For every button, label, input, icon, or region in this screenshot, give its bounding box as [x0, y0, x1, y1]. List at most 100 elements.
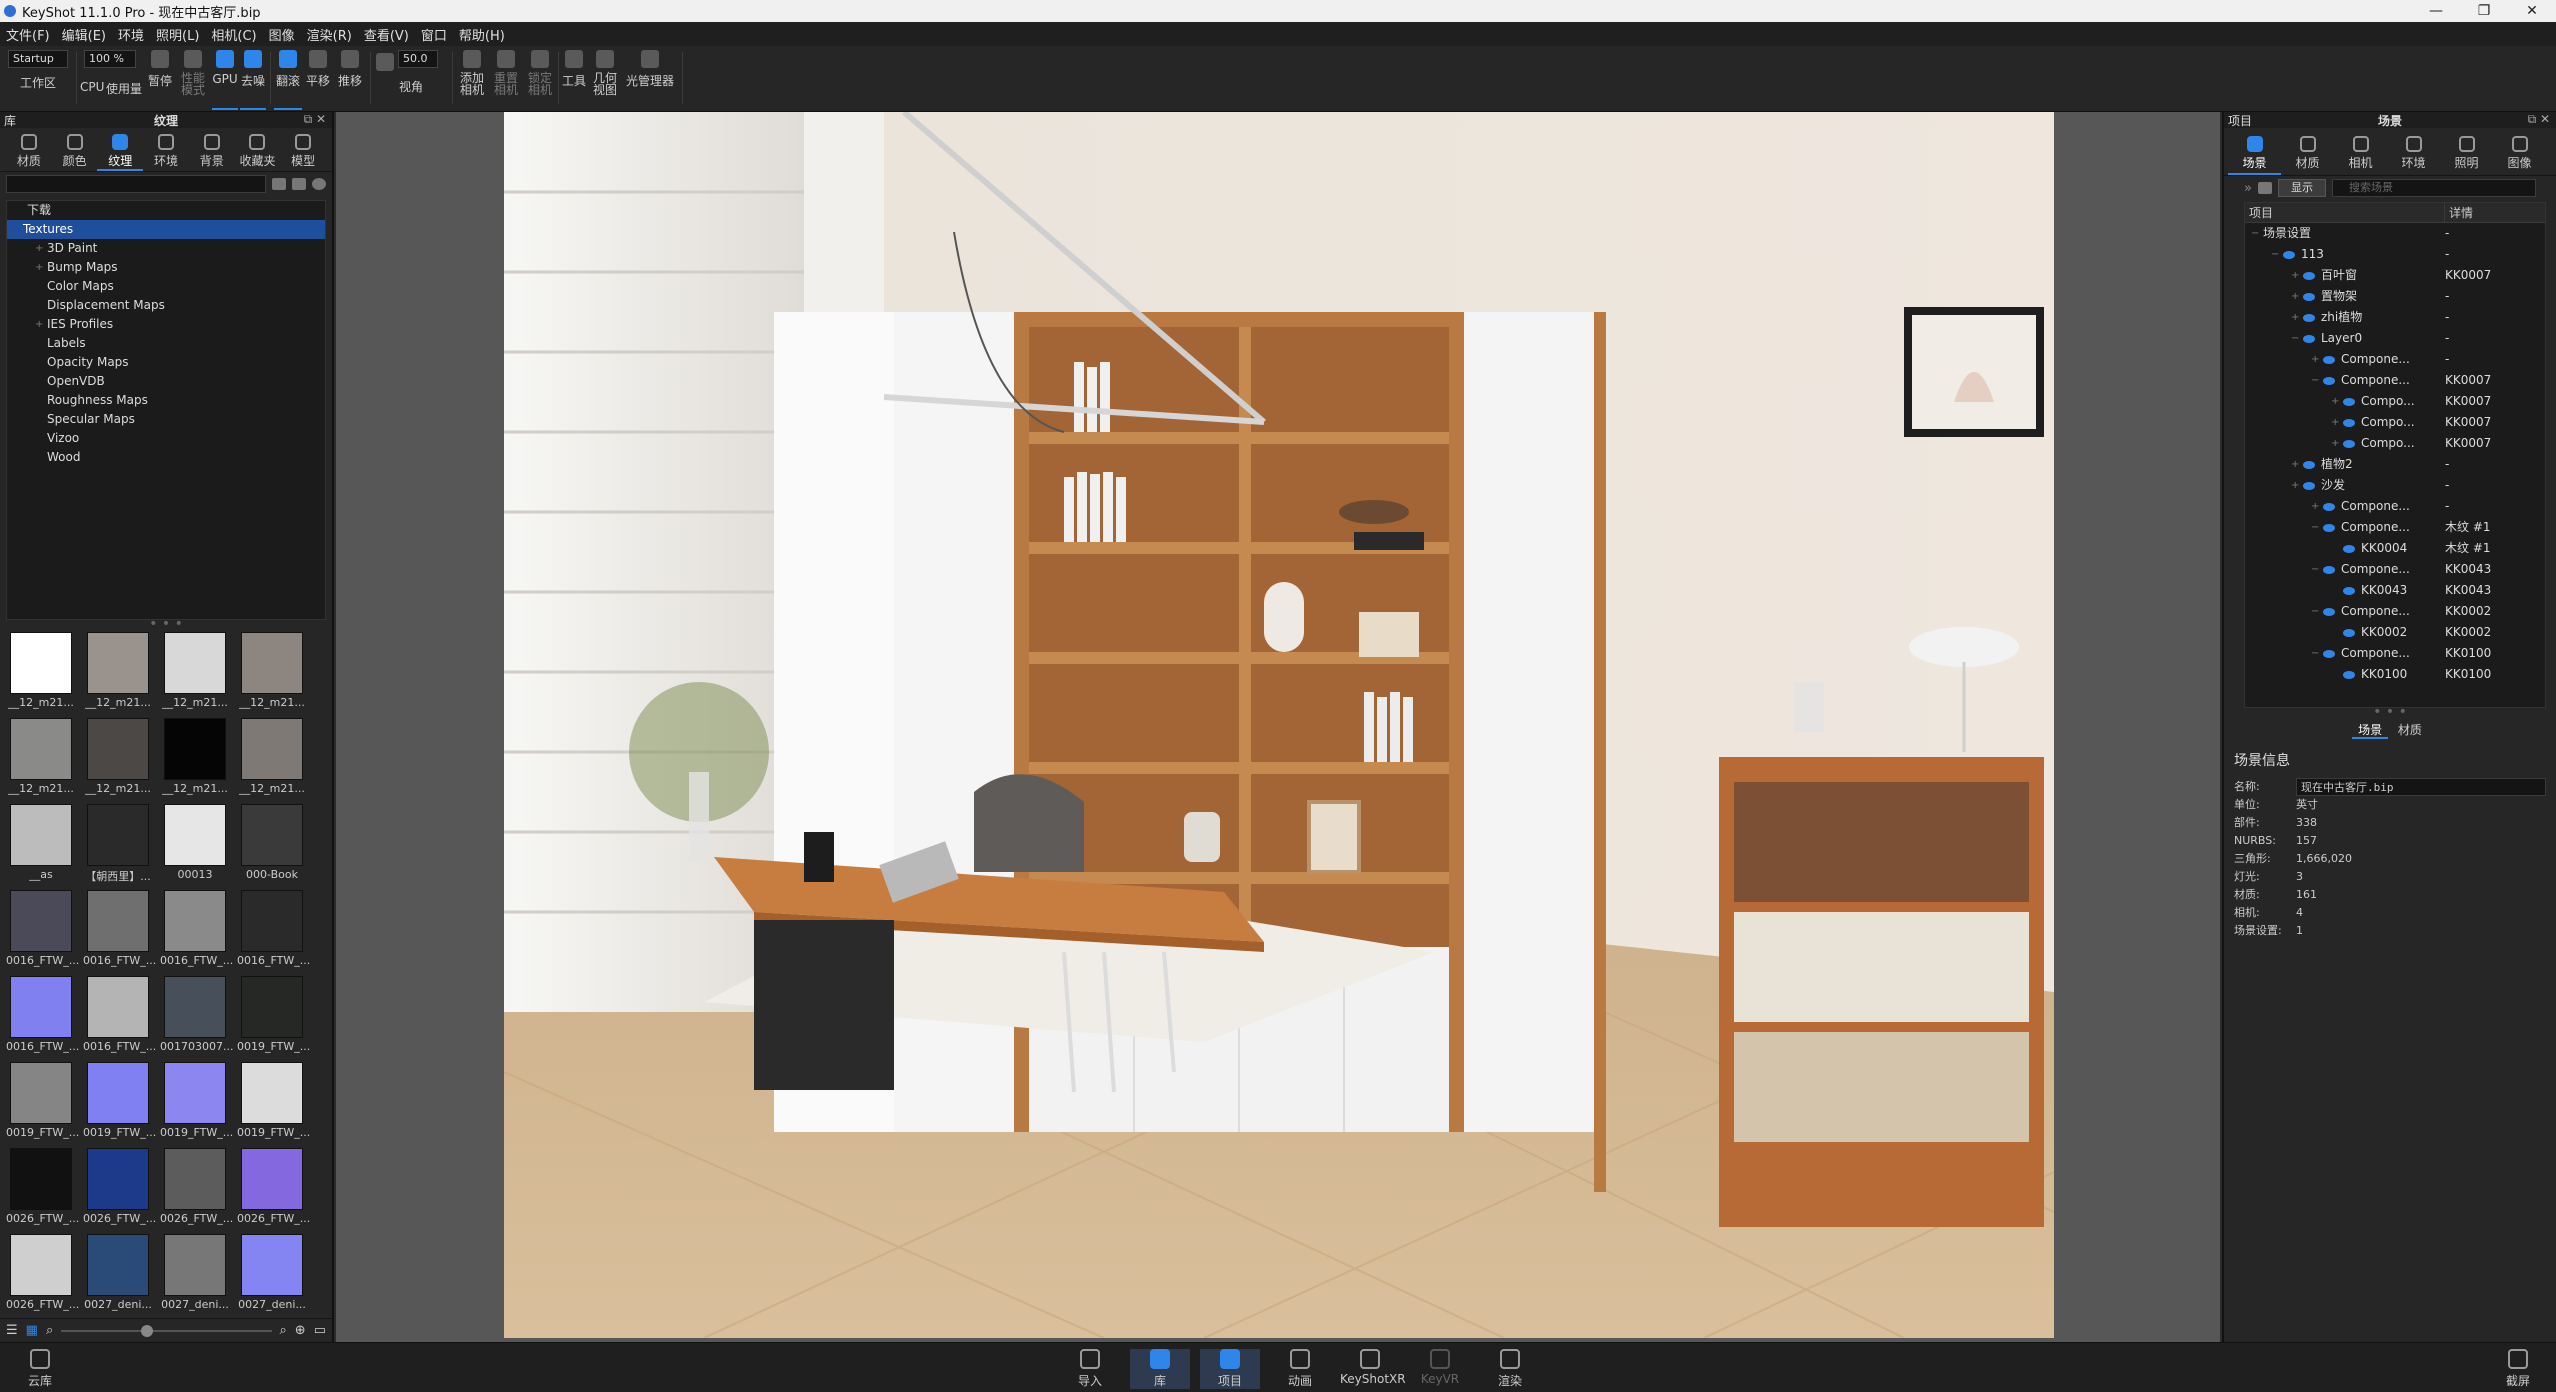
library-tab[interactable]: 收藏夹: [235, 128, 281, 171]
bottom-toolbar-button[interactable]: KeyVR: [1410, 1349, 1470, 1386]
scene-tree-row[interactable]: + Compone... -: [2245, 496, 2545, 517]
menu-file[interactable]: 文件(F): [0, 25, 56, 44]
texture-thumbnail[interactable]: 0016_FTW_...: [6, 890, 79, 967]
texture-thumbnail[interactable]: 0019_FTW_...: [160, 1062, 233, 1139]
tumble-button[interactable]: 翻滚: [274, 50, 302, 110]
menu-lighting[interactable]: 照明(L): [150, 25, 205, 44]
list-view-icon[interactable]: ☰: [6, 1323, 18, 1338]
visibility-eye-icon[interactable]: [2303, 272, 2315, 280]
render-viewport[interactable]: [336, 112, 2220, 1342]
tab-material[interactable]: 材质: [2392, 723, 2428, 737]
library-search-input[interactable]: [6, 175, 266, 193]
project-tab[interactable]: 图像: [2493, 128, 2546, 175]
texture-thumbnail[interactable]: __12_m21...: [83, 632, 153, 709]
project-tab[interactable]: 照明: [2440, 128, 2493, 175]
bottom-toolbar-button[interactable]: 动画: [1270, 1349, 1330, 1389]
visibility-eye-icon[interactable]: [2323, 608, 2335, 616]
scene-tree-row[interactable]: + Compo... KK0007: [2245, 412, 2545, 433]
expand-toggle-icon[interactable]: +: [2311, 496, 2319, 517]
gpu-button[interactable]: GPU: [212, 50, 238, 110]
bottom-toolbar-button[interactable]: 渲染: [1480, 1349, 1540, 1389]
scene-tree-row[interactable]: − Compone... 木纹 #1: [2245, 517, 2545, 538]
scene-tree-row[interactable]: + Compo... KK0007: [2245, 391, 2545, 412]
tree-item[interactable]: +3D Paint: [7, 239, 325, 258]
project-tab[interactable]: 相机: [2334, 128, 2387, 175]
light-manager-button[interactable]: 光管理器: [622, 50, 678, 89]
visibility-eye-icon[interactable]: [2343, 587, 2355, 595]
scene-tree-row[interactable]: + zhi植物 -: [2245, 307, 2545, 328]
visibility-eye-icon[interactable]: [2303, 482, 2315, 490]
expand-toggle-icon[interactable]: −: [2311, 370, 2319, 391]
visibility-eye-icon[interactable]: [2343, 419, 2355, 427]
texture-thumbnail[interactable]: 0026_FTW_...: [83, 1148, 156, 1225]
visibility-eye-icon[interactable]: [2343, 440, 2355, 448]
tree-item[interactable]: Vizoo: [7, 429, 325, 448]
texture-thumbnail[interactable]: __12_m21...: [6, 632, 76, 709]
scene-search-input[interactable]: 搜索场景: [2331, 179, 2536, 197]
scene-tree-row[interactable]: − 场景设置 -: [2245, 223, 2545, 244]
expand-toggle-icon[interactable]: +: [2291, 265, 2299, 286]
visibility-eye-icon[interactable]: [2323, 377, 2335, 385]
refresh-icon[interactable]: [312, 178, 326, 190]
expand-toggle-icon[interactable]: −: [2291, 328, 2299, 349]
thumbnail-size-slider[interactable]: [61, 1324, 272, 1337]
menu-view[interactable]: 查看(V): [358, 25, 415, 44]
pan-button[interactable]: 平移: [304, 50, 332, 89]
visibility-eye-icon[interactable]: [2343, 671, 2355, 679]
texture-thumbnail[interactable]: __12_m21...: [83, 718, 153, 795]
cloud-library-button[interactable]: 云库: [10, 1349, 70, 1389]
texture-thumbnail[interactable]: __12_m21...: [6, 718, 76, 795]
expand-toggle-icon[interactable]: −: [2311, 601, 2319, 622]
expand-toggle-icon[interactable]: −: [2311, 559, 2319, 580]
panel-close-icon[interactable]: ⧉ ✕: [304, 112, 326, 127]
add-camera-button[interactable]: 添加 相机: [456, 50, 488, 96]
scene-tree-row[interactable]: − Compone... KK0100: [2245, 643, 2545, 664]
tools-button[interactable]: 工具: [560, 50, 588, 89]
reset-camera-button[interactable]: 重置 相机: [490, 50, 522, 96]
folder-open-icon[interactable]: ▭: [314, 1323, 326, 1338]
texture-thumbnail[interactable]: 0016_FTW_...: [6, 976, 79, 1053]
visibility-eye-icon[interactable]: [2303, 314, 2315, 322]
column-detail[interactable]: 详情: [2445, 203, 2473, 222]
library-tab[interactable]: 环境: [143, 128, 189, 171]
visibility-eye-icon[interactable]: [2283, 251, 2295, 259]
texture-thumbnail[interactable]: 001703007...: [160, 976, 233, 1053]
scene-tree-row[interactable]: + Compo... KK0007: [2245, 433, 2545, 454]
scene-tree-row[interactable]: − Compone... KK0043: [2245, 559, 2545, 580]
visibility-eye-icon[interactable]: [2323, 650, 2335, 658]
texture-thumbnail[interactable]: __as: [6, 804, 76, 881]
project-tab[interactable]: 场景: [2228, 128, 2281, 175]
tree-item[interactable]: + Bump Maps: [7, 258, 325, 277]
dolly-button[interactable]: 推移: [336, 50, 364, 89]
menu-edit[interactable]: 编辑(E): [56, 25, 112, 44]
visibility-eye-icon[interactable]: [2323, 524, 2335, 532]
pause-button[interactable]: 暂停: [146, 50, 174, 89]
tree-item[interactable]: Labels: [7, 334, 325, 353]
library-tab[interactable]: 颜色: [52, 128, 98, 171]
scene-tree-row[interactable]: − Layer0 -: [2245, 328, 2545, 349]
expand-toggle-icon[interactable]: +: [2291, 307, 2299, 328]
expand-toggle-icon[interactable]: −: [2311, 517, 2319, 538]
grid-view-icon[interactable]: ▦: [26, 1323, 38, 1338]
visibility-eye-icon[interactable]: [2323, 356, 2335, 364]
expand-toggle-icon[interactable]: +: [2331, 433, 2339, 454]
tree-item[interactable]: 下载: [7, 201, 325, 220]
tree-item[interactable]: Specular Maps: [7, 410, 325, 429]
zoom-field[interactable]: 100 %: [84, 50, 136, 68]
texture-thumbnail[interactable]: 0019_FTW_...: [83, 1062, 156, 1139]
menu-environment[interactable]: 环境: [112, 25, 150, 44]
tree-item[interactable]: OpenVDB: [7, 372, 325, 391]
zoom-in-icon[interactable]: ⌕: [280, 1323, 287, 1338]
texture-thumbnail[interactable]: __12_m21...: [160, 718, 230, 795]
info-value[interactable]: 现在中古客厅.bip: [2296, 778, 2546, 796]
texture-thumbnail[interactable]: 0026_FTW_...: [160, 1148, 233, 1225]
texture-thumbnail[interactable]: 【朝西里】...: [83, 804, 153, 884]
visibility-eye-icon[interactable]: [2303, 335, 2315, 343]
texture-thumbnail[interactable]: 0019_FTW_...: [237, 976, 310, 1053]
rendered-scene-image[interactable]: [504, 112, 2054, 1338]
visibility-eye-icon[interactable]: [2323, 503, 2335, 511]
visibility-eye-icon[interactable]: [2343, 398, 2355, 406]
expand-toggle-icon[interactable]: +: [2331, 412, 2339, 433]
scene-tree-row[interactable]: + 植物2 -: [2245, 454, 2545, 475]
texture-thumbnail[interactable]: 0027_deni...: [83, 1234, 153, 1311]
